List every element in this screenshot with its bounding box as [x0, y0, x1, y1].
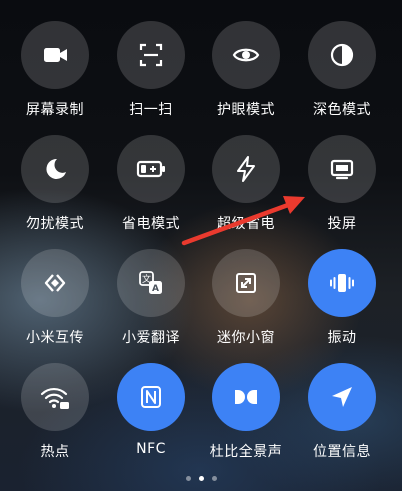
tile-label: 深色模式 [313, 102, 371, 118]
tile-dark-mode[interactable]: 深色模式 [294, 13, 390, 128]
translate-icon: 文 A [139, 271, 162, 294]
dark-mode-icon [330, 43, 354, 67]
tile-label: 热点 [40, 444, 70, 460]
do-not-disturb-toggle[interactable] [21, 135, 89, 203]
battery-icon [136, 160, 165, 178]
scan-toggle[interactable] [117, 21, 185, 89]
mini-window-toggle[interactable] [212, 249, 280, 317]
tile-vibrate[interactable]: 振动 [294, 241, 390, 356]
tile-label: 位置信息 [313, 444, 371, 460]
dolby-atmos-toggle[interactable] [212, 363, 280, 431]
eye-icon [232, 48, 260, 62]
tile-label: 振动 [327, 330, 357, 346]
tile-label: NFC [136, 441, 166, 457]
hotspot-toggle[interactable] [21, 363, 89, 431]
dark-mode-toggle[interactable] [308, 21, 376, 89]
tile-label: 屏幕录制 [26, 102, 84, 118]
translate-toggle[interactable]: 文 A [117, 249, 185, 317]
eye-comfort-toggle[interactable] [212, 21, 280, 89]
nfc-icon [141, 386, 161, 408]
quick-settings-grid: 屏幕录制 扫一扫 护眼模式 深色模式 勿扰模式 省电模式 超级省电 投屏 小米互… [0, 0, 402, 491]
lightning-icon [237, 156, 255, 182]
page-indicator[interactable] [0, 476, 402, 486]
tile-hotspot[interactable]: 热点 [7, 355, 103, 470]
tile-label: 杜比全景声 [209, 444, 283, 460]
tile-nfc[interactable]: NFC [103, 355, 199, 470]
tile-ultra-power-saving[interactable]: 超级省电 [198, 127, 294, 242]
tile-screen-record[interactable]: 屏幕录制 [7, 13, 103, 128]
tile-label: 迷你小窗 [217, 330, 275, 346]
tile-location[interactable]: 位置信息 [294, 355, 390, 470]
dolby-icon [235, 390, 257, 404]
tile-scan[interactable]: 扫一扫 [103, 13, 199, 128]
screen-cast-icon [330, 159, 354, 180]
hotspot-icon [40, 387, 69, 409]
screen-record-toggle[interactable] [21, 21, 89, 89]
vibrate-icon [330, 274, 354, 292]
vibrate-toggle[interactable] [308, 249, 376, 317]
location-toggle[interactable] [308, 363, 376, 431]
tile-label: 超级省电 [217, 216, 275, 232]
tile-eye-comfort[interactable]: 护眼模式 [198, 13, 294, 128]
page-dot[interactable] [185, 476, 191, 481]
tile-dolby-atmos[interactable]: 杜比全景声 [198, 355, 294, 470]
page-dot-active[interactable] [198, 476, 204, 481]
moon-icon [46, 158, 66, 179]
tile-label: 投屏 [327, 216, 357, 232]
tile-power-saving[interactable]: 省电模式 [103, 127, 199, 242]
tile-mi-share[interactable]: 小米互传 [7, 241, 103, 356]
tile-label: 护眼模式 [217, 102, 275, 118]
tile-label: 小爱翻译 [122, 330, 180, 346]
tile-label: 勿扰模式 [26, 216, 84, 232]
nfc-toggle[interactable] [117, 363, 185, 431]
ultra-power-saving-toggle[interactable] [212, 135, 280, 203]
tile-label: 扫一扫 [129, 102, 173, 118]
scan-icon [139, 43, 163, 67]
mini-window-icon [236, 273, 256, 293]
location-icon [332, 387, 352, 407]
mi-share-toggle[interactable] [21, 249, 89, 317]
tile-label: 省电模式 [122, 216, 180, 232]
tile-translate[interactable]: 文 A 小爱翻译 [103, 241, 199, 356]
mi-share-icon [44, 274, 66, 292]
tile-screen-cast[interactable]: 投屏 [294, 127, 390, 242]
svg-text:A: A [152, 284, 159, 294]
page-dot[interactable] [211, 476, 217, 481]
tile-label: 小米互传 [26, 330, 84, 346]
power-saving-toggle[interactable] [117, 135, 185, 203]
tile-do-not-disturb[interactable]: 勿扰模式 [7, 127, 103, 242]
screen-cast-toggle[interactable] [308, 135, 376, 203]
video-camera-icon [44, 48, 67, 62]
tile-mini-window[interactable]: 迷你小窗 [198, 241, 294, 356]
